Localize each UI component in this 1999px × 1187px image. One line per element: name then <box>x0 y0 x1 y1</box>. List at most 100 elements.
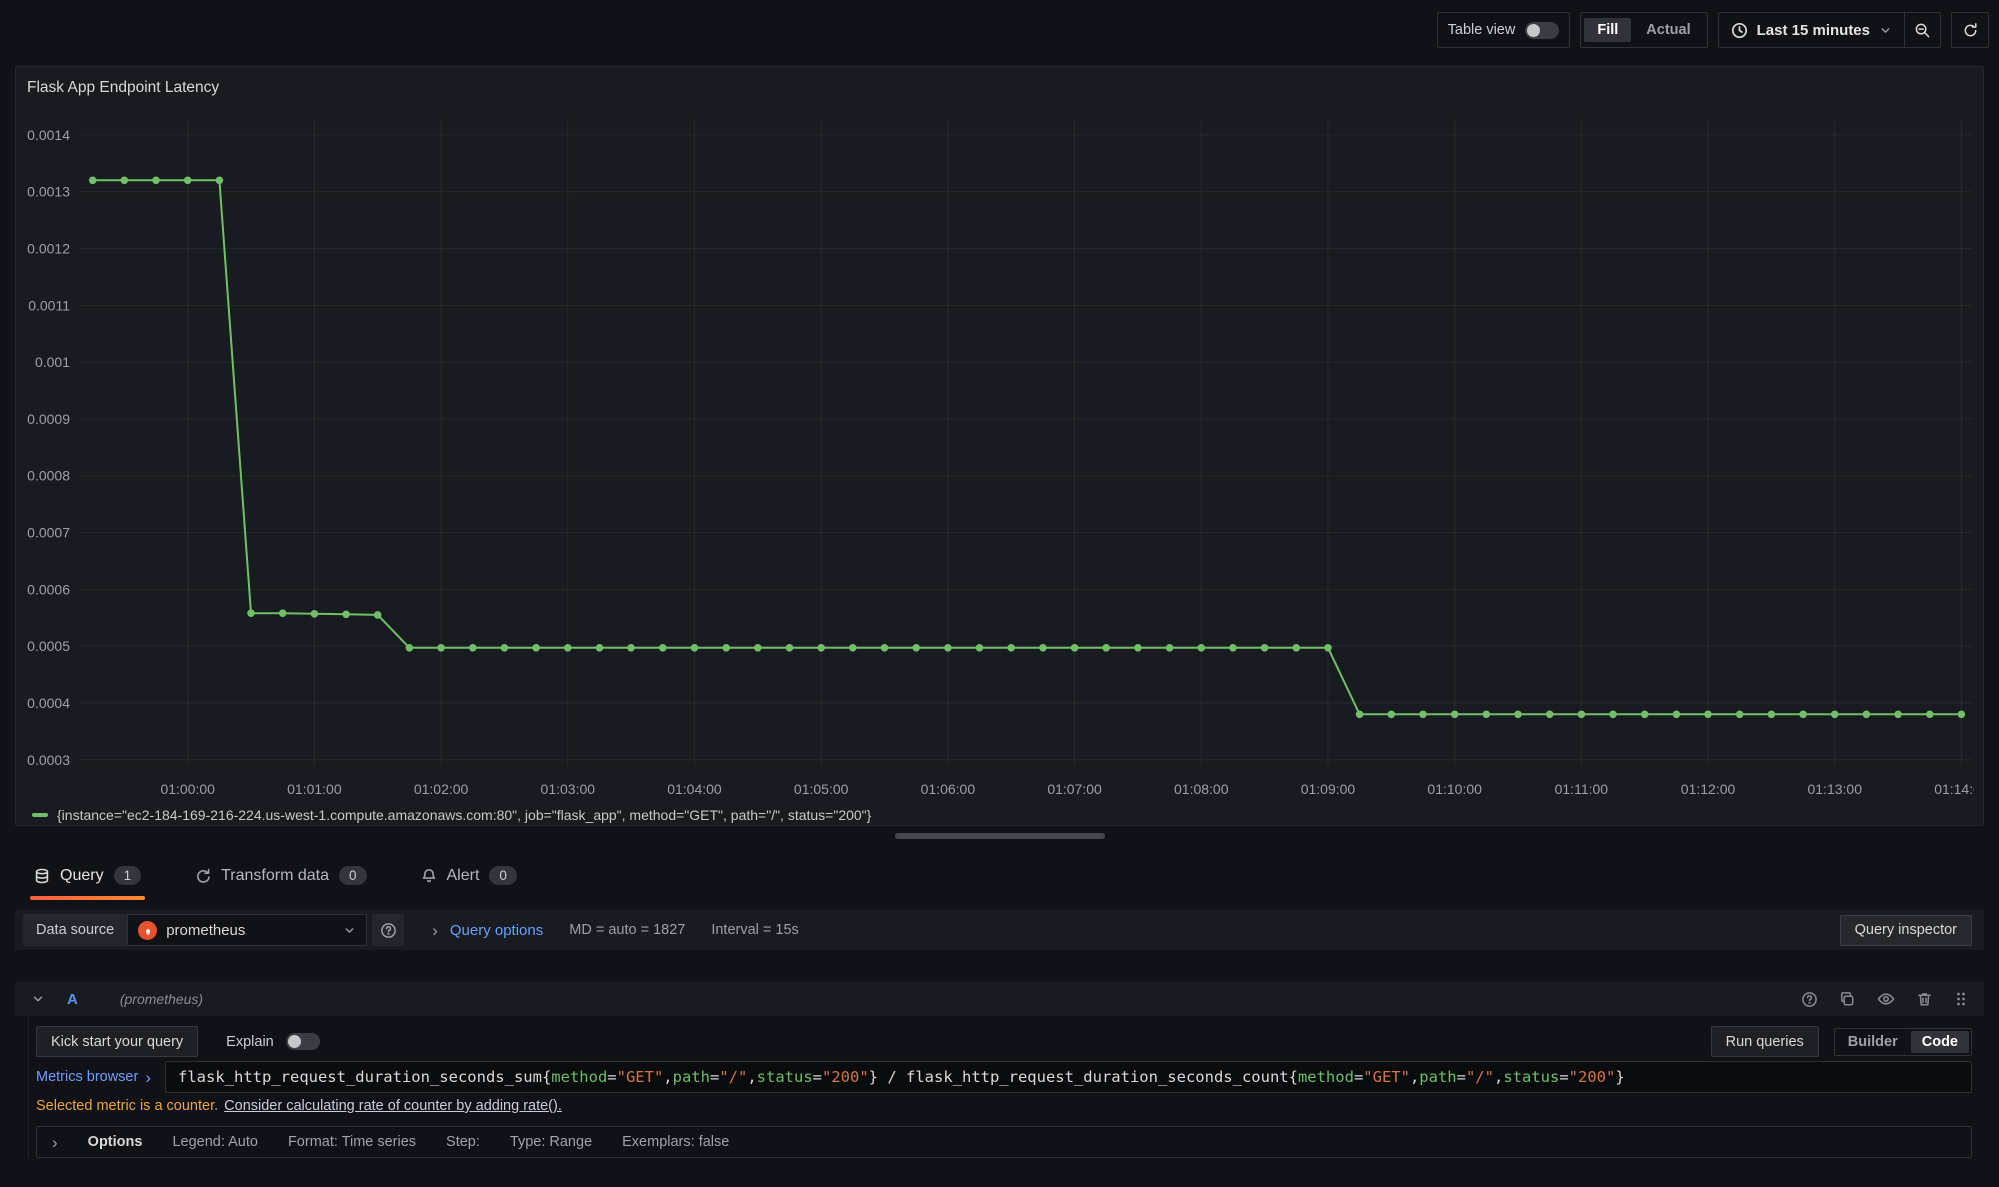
tab-transform-data[interactable]: Transform data 0 <box>191 856 370 900</box>
svg-text:0.0009: 0.0009 <box>27 411 70 427</box>
svg-text:01:03:00: 01:03:00 <box>541 781 596 797</box>
svg-text:0.0014: 0.0014 <box>27 127 70 143</box>
clock-icon <box>1731 22 1748 39</box>
refresh-button[interactable] <box>1951 12 1989 48</box>
datasource-help-button[interactable] <box>372 914 404 946</box>
add-rate-hint-link[interactable]: Consider calculating rate of counter by … <box>224 1098 562 1114</box>
collapse-chevron-icon[interactable] <box>31 992 45 1006</box>
metrics-browser-expander[interactable]: Metrics browser › <box>36 1069 165 1086</box>
query-options-bar[interactable]: › Options Legend: Auto Format: Time seri… <box>36 1126 1972 1158</box>
legend-option: Legend: Auto <box>172 1134 257 1150</box>
chevron-right-icon: › <box>52 1134 58 1151</box>
builder-code-switch: Builder Code <box>1834 1028 1972 1056</box>
step-option: Step: <box>446 1134 480 1150</box>
promql-query-input[interactable]: flask_http_request_duration_seconds_sum{… <box>165 1061 1972 1093</box>
query-row-header[interactable]: A (prometheus) <box>15 982 1984 1016</box>
tab-alert-count: 0 <box>489 866 517 885</box>
table-view-control: Table view <box>1437 12 1571 48</box>
chevron-down-icon <box>343 924 356 937</box>
builder-option[interactable]: Builder <box>1837 1031 1909 1053</box>
chevron-right-icon: › <box>432 922 438 939</box>
svg-text:01:09:00: 01:09:00 <box>1301 781 1356 797</box>
exemplars-option: Exemplars: false <box>622 1134 729 1150</box>
query-ref-id: A <box>67 991 78 1008</box>
tab-alert-label: Alert <box>447 867 480 885</box>
max-data-points-text: MD = auto = 1827 <box>569 922 685 938</box>
zoom-out-button[interactable] <box>1904 13 1940 47</box>
interval-text: Interval = 15s <box>711 922 798 938</box>
toggle-visibility-icon[interactable] <box>1877 990 1895 1008</box>
bell-icon <box>421 868 437 884</box>
svg-text:01:05:00: 01:05:00 <box>794 781 849 797</box>
tab-alert[interactable]: Alert 0 <box>417 856 521 900</box>
svg-text:01:06:00: 01:06:00 <box>921 781 976 797</box>
editor-toolbar: Kick start your query Explain Run querie… <box>36 1026 1972 1057</box>
svg-text:01:12:00: 01:12:00 <box>1681 781 1736 797</box>
refresh-icon <box>1962 22 1979 39</box>
time-range-label: Last 15 minutes <box>1757 22 1870 39</box>
svg-text:01:14:00: 01:14:00 <box>1934 781 1974 797</box>
chevron-right-icon: › <box>145 1069 151 1086</box>
time-picker-group: Last 15 minutes <box>1718 12 1941 48</box>
svg-text:0.0006: 0.0006 <box>27 581 70 597</box>
latency-panel: Flask App Endpoint Latency 0.00030.00040… <box>15 66 1984 826</box>
run-queries-button[interactable]: Run queries <box>1711 1026 1819 1057</box>
tab-query-count: 1 <box>114 866 142 885</box>
svg-text:0.0013: 0.0013 <box>27 184 70 200</box>
svg-text:01:07:00: 01:07:00 <box>1047 781 1102 797</box>
actual-option[interactable]: Actual <box>1633 18 1703 42</box>
database-icon <box>34 868 50 884</box>
prometheus-icon <box>138 921 157 940</box>
format-option: Format: Time series <box>288 1134 416 1150</box>
fill-actual-switch: Fill Actual <box>1580 12 1707 48</box>
warning-text: Selected metric is a counter. <box>36 1098 218 1114</box>
tab-transform-label: Transform data <box>221 867 329 885</box>
help-circle-icon[interactable] <box>1801 991 1818 1008</box>
kick-start-query-button[interactable]: Kick start your query <box>36 1026 198 1057</box>
drag-handle-icon[interactable] <box>1954 991 1968 1007</box>
promql-query-text: flask_http_request_duration_seconds_sum{… <box>178 1068 1625 1086</box>
datasource-label: Data source <box>23 914 127 946</box>
duplicate-query-icon[interactable] <box>1839 991 1856 1008</box>
type-option: Type: Range <box>510 1134 592 1150</box>
table-view-toggle[interactable] <box>1525 22 1559 39</box>
series-label: {instance="ec2-184-169-216-224.us-west-1… <box>57 807 871 823</box>
query-options-expander[interactable]: › Query options <box>432 922 543 939</box>
datasource-value: prometheus <box>166 922 334 939</box>
zoom-out-icon <box>1914 22 1931 39</box>
svg-text:01:10:00: 01:10:00 <box>1427 781 1482 797</box>
tab-query[interactable]: Query 1 <box>30 856 145 900</box>
svg-text:01:01:00: 01:01:00 <box>287 781 342 797</box>
series-color-swatch <box>32 813 48 817</box>
delete-query-icon[interactable] <box>1916 991 1933 1008</box>
time-range-button[interactable]: Last 15 minutes <box>1719 13 1904 47</box>
query-options-label: Query options <box>450 922 543 939</box>
code-option[interactable]: Code <box>1911 1031 1969 1053</box>
svg-text:0.0007: 0.0007 <box>27 525 70 541</box>
explain-toggle[interactable] <box>286 1033 320 1050</box>
chevron-down-icon <box>1879 24 1892 37</box>
svg-text:0.0005: 0.0005 <box>27 638 70 654</box>
svg-text:0.001: 0.001 <box>35 354 70 370</box>
explain-label: Explain <box>226 1034 274 1050</box>
metrics-browser-label: Metrics browser <box>36 1069 138 1085</box>
edit-pane-tabs: Query 1 Transform data 0 Alert 0 <box>30 856 521 900</box>
panel-toolbar: Table view Fill Actual Last 15 minutes <box>1437 12 1989 48</box>
horizontal-scrollbar[interactable] <box>895 833 1105 839</box>
svg-text:0.0008: 0.0008 <box>27 468 70 484</box>
datasource-picker[interactable]: prometheus <box>127 914 367 946</box>
tab-query-label: Query <box>60 867 104 885</box>
query-row-actions <box>1801 990 1968 1008</box>
query-group-guide <box>28 1016 29 1158</box>
latency-chart[interactable]: 0.00030.00040.00050.00060.00070.00080.00… <box>24 111 1974 801</box>
query-options-summary: MD = auto = 1827 Interval = 15s <box>569 922 799 938</box>
counter-warning: Selected metric is a counter. Consider ca… <box>36 1098 562 1114</box>
table-view-label: Table view <box>1448 22 1516 38</box>
chart-legend[interactable]: {instance="ec2-184-169-216-224.us-west-1… <box>32 807 871 823</box>
svg-text:0.0012: 0.0012 <box>27 241 70 257</box>
svg-text:01:04:00: 01:04:00 <box>667 781 722 797</box>
query-inspector-button[interactable]: Query inspector <box>1840 915 1972 946</box>
svg-text:01:00:00: 01:00:00 <box>160 781 215 797</box>
toggle-knob <box>288 1035 301 1048</box>
fill-option[interactable]: Fill <box>1584 18 1631 42</box>
